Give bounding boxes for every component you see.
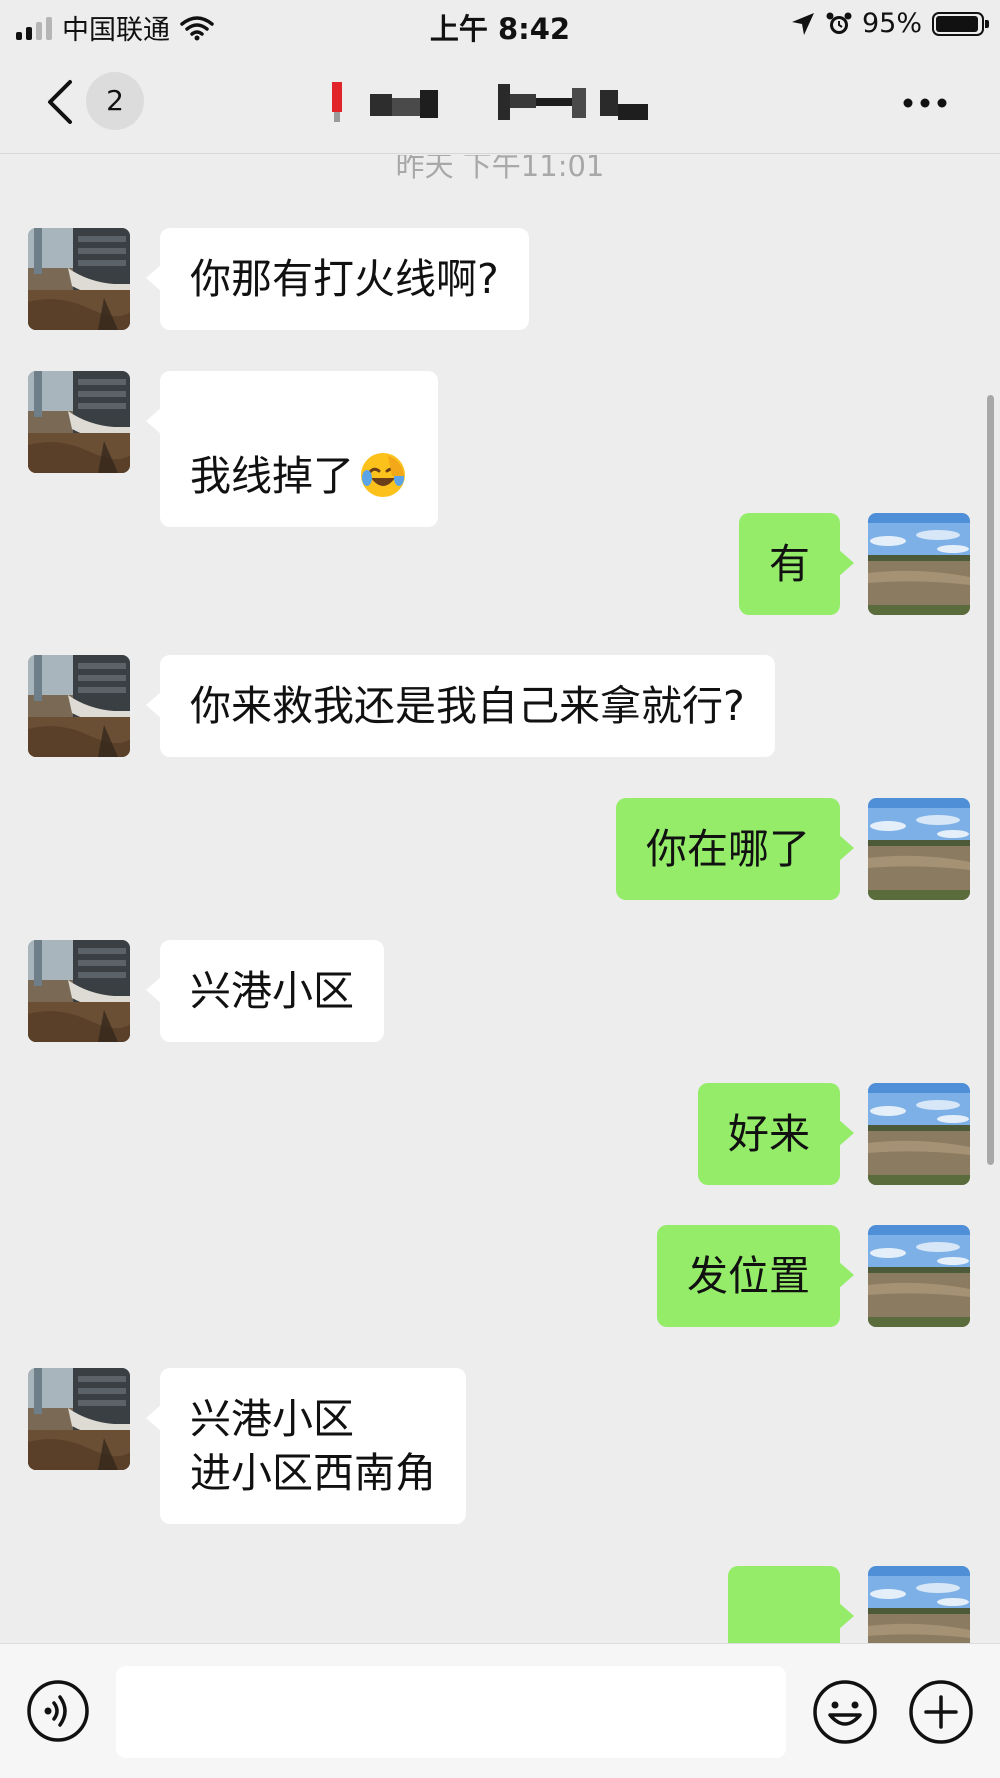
message-bubble[interactable]: 你在哪了	[616, 798, 854, 900]
contact-avatar[interactable]	[28, 940, 130, 1042]
smiley-icon[interactable]	[812, 1679, 878, 1745]
message-bubble[interactable]: 兴港小区 进小区西南角	[146, 1368, 466, 1524]
my-avatar[interactable]	[868, 1083, 970, 1185]
voice-icon[interactable]	[26, 1679, 90, 1743]
message-bubble[interactable]: 兴港小区	[146, 940, 384, 1042]
status-right: 95%	[790, 8, 989, 39]
message-timestamp: 昨天 下午11:01	[395, 155, 605, 183]
my-avatar[interactable]	[868, 798, 970, 900]
message-input[interactable]	[116, 1666, 786, 1758]
message-row-sent	[0, 1566, 1000, 1643]
scroll-indicator[interactable]	[987, 395, 994, 1165]
contact-avatar[interactable]	[28, 371, 130, 473]
battery-percent: 95%	[861, 8, 922, 39]
message-row-sent: 发位置	[0, 1225, 1000, 1327]
message-row-sent: 有	[0, 513, 1000, 615]
chat-message-list[interactable]: 昨天 下午11:01 你那有打火线啊? 我线掉了 有 你来救我还是我自己来拿就行…	[0, 155, 1000, 1643]
message-row-sent: 好来	[0, 1083, 1000, 1185]
back-button[interactable]	[40, 76, 80, 128]
message-text: 我线掉了	[190, 452, 354, 500]
my-avatar[interactable]	[868, 513, 970, 615]
nav-bar: 2	[0, 50, 1000, 154]
face-with-tears-of-joy-icon	[361, 453, 405, 497]
plus-circle-icon[interactable]	[908, 1679, 974, 1745]
battery-icon	[932, 11, 989, 36]
message-row-received: 兴港小区 进小区西南角	[0, 1368, 1000, 1524]
contact-avatar[interactable]	[28, 228, 130, 330]
message-bubble[interactable]: 有	[739, 513, 854, 615]
message-row-received: 你那有打火线啊?	[0, 228, 1000, 330]
message-bubble[interactable]: 你那有打火线啊?	[146, 228, 529, 330]
status-bar: 中国联通 上午 8:42 95%	[0, 0, 1000, 50]
more-dots-icon[interactable]	[900, 88, 950, 118]
message-row-received: 我线掉了	[0, 371, 1000, 527]
alarm-clock-icon	[826, 12, 852, 34]
input-bar	[0, 1643, 1000, 1778]
my-avatar[interactable]	[868, 1566, 970, 1643]
message-bubble[interactable]: 你来救我还是我自己来拿就行?	[146, 655, 775, 757]
message-bubble[interactable]: 好来	[698, 1083, 854, 1185]
chevron-left-icon	[48, 80, 72, 124]
message-bubble[interactable]: 我线掉了	[146, 371, 438, 527]
message-row-sent: 你在哪了	[0, 798, 1000, 900]
location-arrow-icon	[791, 12, 814, 35]
contact-avatar[interactable]	[28, 655, 130, 757]
my-avatar[interactable]	[868, 1225, 970, 1327]
contact-avatar[interactable]	[28, 1368, 130, 1470]
message-row-received: 你来救我还是我自己来拿就行?	[0, 655, 1000, 757]
chat-title-redacted	[332, 82, 648, 122]
message-row-received: 兴港小区	[0, 940, 1000, 1042]
unread-count-badge[interactable]: 2	[86, 72, 144, 130]
message-bubble[interactable]	[728, 1566, 854, 1643]
message-bubble[interactable]: 发位置	[657, 1225, 854, 1327]
